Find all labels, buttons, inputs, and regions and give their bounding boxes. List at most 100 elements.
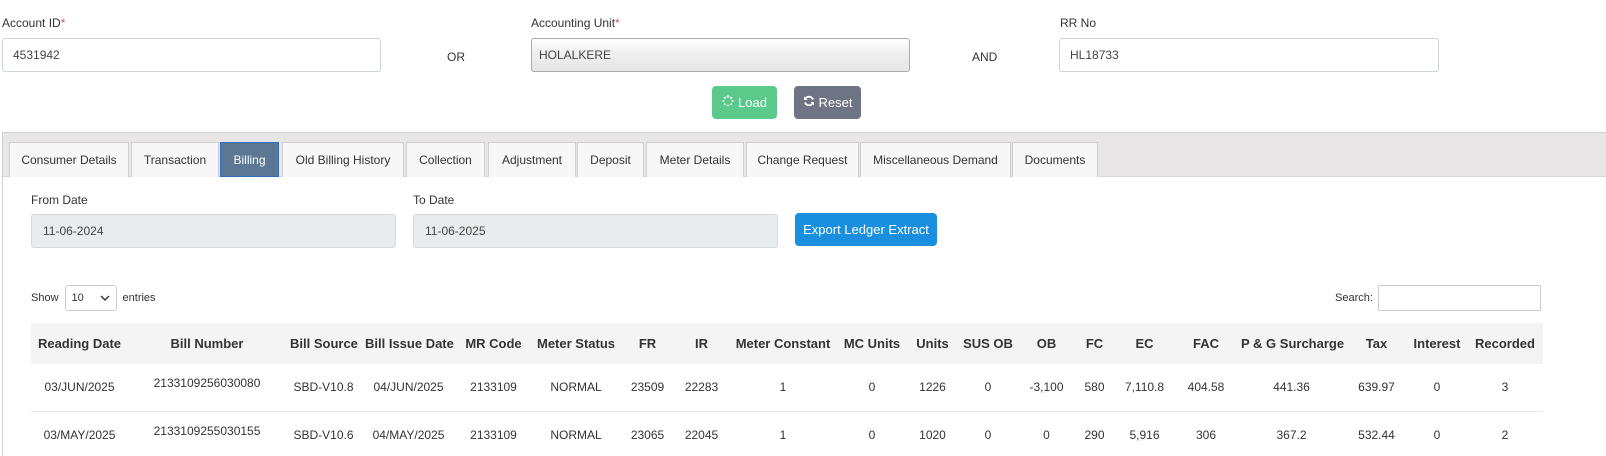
export-ledger-button[interactable]: Export Ledger Extract	[795, 213, 937, 246]
tab-billing[interactable]: Billing	[220, 142, 279, 177]
col-recorded[interactable]: Recorded	[1467, 323, 1543, 364]
col-bill-issue-date[interactable]: Bill Issue Date	[361, 323, 456, 364]
col-fc[interactable]: FC	[1075, 323, 1114, 364]
search-input[interactable]	[1377, 285, 1541, 311]
table-search: Search:	[1335, 285, 1541, 311]
from-date-label: From Date	[31, 193, 88, 207]
tab-change-request[interactable]: Change Request	[746, 142, 859, 177]
tab-deposit[interactable]: Deposit	[577, 142, 644, 177]
cell-pg-surcharge: 441.36	[1237, 364, 1346, 412]
cell-fac: 404.58	[1175, 364, 1237, 412]
cell-bill-number: 2133109255030155	[128, 411, 286, 456]
reset-button[interactable]: Reset	[794, 86, 861, 119]
entries-length-control: Show 10 entries	[31, 285, 156, 311]
cell-bill-source: SBD-V10.6	[286, 411, 361, 456]
cell-fc: 290	[1075, 411, 1114, 456]
load-button-label: Load	[738, 95, 767, 110]
reset-button-label: Reset	[818, 95, 853, 110]
cell-bill-number: 2133109256030080	[128, 364, 286, 412]
cell-ob: 0	[1018, 411, 1075, 456]
tab-bar: Consumer Details Transaction Billing Old…	[3, 133, 1606, 177]
load-button[interactable]: Load	[712, 86, 777, 119]
cell-reading-date: 03/JUN/2025	[31, 364, 128, 412]
from-date-input[interactable]: 11-06-2024	[31, 214, 396, 248]
col-ec[interactable]: EC	[1114, 323, 1175, 364]
cell-recorded: 3	[1467, 364, 1543, 412]
col-sus-ob[interactable]: SUS OB	[958, 323, 1018, 364]
entries-select[interactable]: 10	[64, 285, 117, 311]
tab-transaction[interactable]: Transaction	[131, 142, 219, 177]
col-mr-code[interactable]: MR Code	[456, 323, 531, 364]
cell-meter-status: NORMAL	[531, 411, 621, 456]
col-mc-units[interactable]: MC Units	[837, 323, 907, 364]
col-bill-source[interactable]: Bill Source	[286, 323, 361, 364]
show-label: Show	[31, 292, 59, 304]
cell-mc-units: 0	[837, 411, 907, 456]
cell-pg-surcharge: 367.2	[1237, 411, 1346, 456]
cell-mr-code: 2133109	[456, 364, 531, 412]
cell-meter-constant: 1	[729, 364, 837, 412]
cell-fac: 306	[1175, 411, 1237, 456]
col-bill-number[interactable]: Bill Number	[128, 323, 286, 364]
to-date-label: To Date	[413, 193, 455, 207]
tab-consumer-details[interactable]: Consumer Details	[9, 142, 129, 177]
cell-tax: 532.44	[1346, 411, 1407, 456]
cell-bill-source: SBD-V10.8	[286, 364, 361, 412]
col-meter-status[interactable]: Meter Status	[531, 323, 621, 364]
accounting-unit-select[interactable]: HOLALKERE	[531, 38, 910, 72]
col-fac[interactable]: FAC	[1175, 323, 1237, 364]
cell-meter-status: NORMAL	[531, 364, 621, 412]
cell-tax: 639.97	[1346, 364, 1407, 412]
cell-mr-code: 2133109	[456, 411, 531, 456]
tab-adjustment[interactable]: Adjustment	[488, 142, 576, 177]
cell-ec: 5,916	[1114, 411, 1175, 456]
col-tax[interactable]: Tax	[1346, 323, 1407, 364]
table-header-row: Reading Date Bill Number Bill Source Bil…	[31, 323, 1543, 364]
and-text: AND	[972, 50, 998, 64]
cell-units: 1226	[907, 364, 958, 412]
entries-label: entries	[122, 292, 156, 304]
cell-mc-units: 0	[837, 364, 907, 412]
col-meter-constant[interactable]: Meter Constant	[729, 323, 837, 364]
cell-sus-ob: 0	[958, 411, 1018, 456]
col-ob[interactable]: OB	[1018, 323, 1075, 364]
spinner-icon	[722, 95, 734, 110]
tab-documents[interactable]: Documents	[1012, 142, 1098, 177]
cell-sus-ob: 0	[958, 364, 1018, 412]
to-date-input[interactable]: 11-06-2025	[413, 214, 778, 248]
cell-units: 1020	[907, 411, 958, 456]
col-fr[interactable]: FR	[621, 323, 674, 364]
col-ir[interactable]: IR	[674, 323, 729, 364]
refresh-icon	[803, 95, 815, 110]
entries-select-value: 10	[71, 292, 84, 304]
cell-bill-issue-date: 04/MAY/2025	[361, 411, 456, 456]
tab-miscellaneous-demand[interactable]: Miscellaneous Demand	[860, 142, 1011, 177]
account-id-input[interactable]: 4531942	[2, 38, 381, 72]
accounting-unit-label: Accounting Unit*	[531, 16, 620, 30]
tab-old-billing-history[interactable]: Old Billing History	[282, 142, 404, 177]
table-row[interactable]: 03/JUN/2025 2133109256030080 SBD-V10.8 0…	[31, 364, 1543, 412]
cell-fr: 23509	[621, 364, 674, 412]
col-units[interactable]: Units	[907, 323, 958, 364]
tab-meter-details[interactable]: Meter Details	[646, 142, 744, 177]
cell-interest: 0	[1407, 411, 1467, 456]
cell-ir: 22283	[674, 364, 729, 412]
rr-no-input[interactable]: HL18733	[1059, 38, 1439, 72]
or-text: OR	[447, 50, 465, 64]
rr-no-label: RR No	[1060, 16, 1097, 30]
export-ledger-label: Export Ledger Extract	[803, 222, 929, 237]
col-pg-surcharge[interactable]: P & G Surcharge	[1237, 323, 1346, 364]
chevron-down-icon	[100, 292, 110, 304]
tab-collection[interactable]: Collection	[406, 142, 485, 177]
cell-ec: 7,110.8	[1114, 364, 1175, 412]
cell-meter-constant: 1	[729, 411, 837, 456]
cell-ir: 22045	[674, 411, 729, 456]
table-row[interactable]: 03/MAY/2025 2133109255030155 SBD-V10.6 0…	[31, 411, 1543, 456]
col-reading-date[interactable]: Reading Date	[31, 323, 128, 364]
cell-ob: -3,100	[1018, 364, 1075, 412]
billing-table: Reading Date Bill Number Bill Source Bil…	[31, 323, 1543, 456]
cell-recorded: 2	[1467, 411, 1543, 456]
col-interest[interactable]: Interest	[1407, 323, 1467, 364]
account-id-label: Account ID*	[2, 16, 66, 30]
search-label: Search:	[1335, 292, 1373, 304]
